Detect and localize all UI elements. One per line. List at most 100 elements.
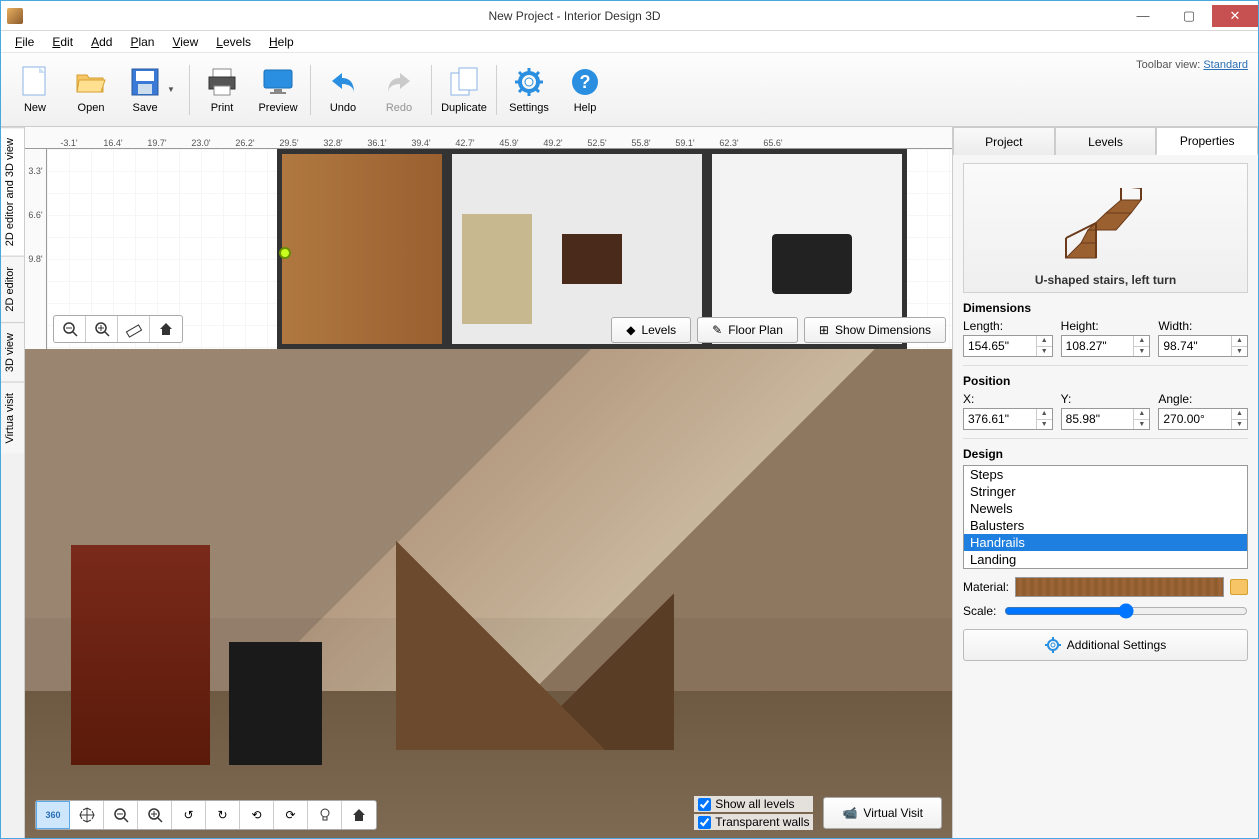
plan-zoom-toolbar — [53, 315, 183, 343]
settings-button[interactable]: Settings — [501, 58, 557, 122]
view-mode-tabs: 2D editor and 3D view 2D editor 3D view … — [1, 127, 25, 838]
360-view-button[interactable]: 360 — [36, 801, 70, 829]
preview-caption: U-shaped stairs, left turn — [1035, 273, 1176, 287]
tab-2d-editor[interactable]: 2D editor — [1, 256, 24, 322]
list-item[interactable]: Steps — [964, 466, 1247, 483]
tab-virtual-visit[interactable]: Virtua visit — [1, 382, 24, 454]
menu-plan[interactable]: Plan — [122, 33, 162, 51]
zoom-out-button[interactable] — [54, 316, 86, 342]
snap-marker-icon — [279, 247, 291, 259]
design-header: Design — [963, 447, 1248, 461]
render-3d-view[interactable]: 360 ↺ ↻ ⟲ ⟳ Show all levels Transparent … — [25, 349, 952, 838]
open-button[interactable]: Open — [63, 58, 119, 122]
duplicate-icon — [448, 66, 480, 98]
maximize-button[interactable]: ▢ — [1166, 5, 1212, 27]
monitor-icon — [262, 66, 294, 98]
minimize-button[interactable]: — — [1120, 5, 1166, 27]
stairs-icon — [1046, 188, 1166, 268]
position-header: Position — [963, 374, 1248, 388]
tab-levels[interactable]: Levels — [1055, 127, 1157, 155]
brick-wall — [71, 545, 210, 765]
save-dropdown-icon[interactable]: ▼ — [167, 85, 175, 94]
ruler-horizontal: -3.1'16.4'19.7'23.0'26.2'29.5'32.8'36.1'… — [25, 127, 952, 149]
y-input[interactable]: ▲▼ — [1061, 408, 1151, 430]
toolbar-view-selector: Toolbar view: Standard — [1136, 59, 1248, 71]
angle-input[interactable]: ▲▼ — [1158, 408, 1248, 430]
dimensions-header: Dimensions — [963, 301, 1248, 315]
measure-button[interactable] — [118, 316, 150, 342]
list-item[interactable]: Balusters — [964, 517, 1247, 534]
new-button[interactable]: New — [7, 58, 63, 122]
menu-levels[interactable]: Levels — [208, 33, 259, 51]
layers-icon: ◆ — [626, 323, 635, 337]
scale-slider[interactable] — [1004, 603, 1248, 619]
spin-up-icon[interactable]: ▲ — [1037, 336, 1052, 347]
object-preview: U-shaped stairs, left turn — [963, 163, 1248, 293]
ruler-vertical: 3.3'6.6'9.8' — [25, 149, 47, 349]
floorplan-button[interactable]: ✎Floor Plan — [697, 317, 798, 343]
menu-edit[interactable]: Edit — [44, 33, 81, 51]
transparent-walls-checkbox[interactable]: Transparent walls — [694, 814, 813, 830]
menu-file[interactable]: File — [7, 33, 42, 51]
floorplan-icon: ✎ — [712, 323, 722, 337]
app-icon — [7, 8, 23, 24]
list-item[interactable]: Landing — [964, 551, 1247, 568]
tab-properties[interactable]: Properties — [1156, 127, 1258, 155]
home-3d-button[interactable] — [342, 801, 376, 829]
close-button[interactable]: ✕ — [1212, 5, 1258, 27]
titlebar: New Project - Interior Design 3D — ▢ ✕ — [1, 1, 1258, 31]
browse-material-button[interactable] — [1230, 579, 1248, 595]
tab-2d-and-3d[interactable]: 2D editor and 3D view — [1, 127, 24, 256]
preview-button[interactable]: Preview — [250, 58, 306, 122]
list-item-selected[interactable]: Handrails — [964, 534, 1247, 551]
light-button[interactable] — [308, 801, 342, 829]
list-item[interactable]: Stringer — [964, 483, 1247, 500]
virtual-visit-button[interactable]: 📹Virtual Visit — [823, 797, 942, 829]
spin-down-icon[interactable]: ▼ — [1037, 347, 1052, 357]
zoom-out-3d-button[interactable] — [104, 801, 138, 829]
redo-button[interactable]: Redo — [371, 58, 427, 122]
rotate-right-button[interactable]: ↻ — [206, 801, 240, 829]
rotate-left-button[interactable]: ↺ — [172, 801, 206, 829]
length-input[interactable]: ▲▼ — [963, 335, 1053, 357]
print-button[interactable]: Print — [194, 58, 250, 122]
show-dimensions-button[interactable]: ⊞Show Dimensions — [804, 317, 946, 343]
svg-text:?: ? — [580, 72, 591, 92]
menu-help[interactable]: Help — [261, 33, 302, 51]
tab-3d-view[interactable]: 3D view — [1, 322, 24, 382]
pan-button[interactable] — [70, 801, 104, 829]
zoom-in-button[interactable] — [86, 316, 118, 342]
workspace: 2D editor and 3D view 2D editor 3D view … — [1, 127, 1258, 838]
show-all-levels-checkbox[interactable]: Show all levels — [694, 796, 813, 812]
home-view-button[interactable] — [150, 316, 182, 342]
list-item[interactable]: Newels — [964, 500, 1247, 517]
height-input[interactable]: ▲▼ — [1061, 335, 1151, 357]
tab-project[interactable]: Project — [953, 127, 1055, 155]
width-input[interactable]: ▲▼ — [1158, 335, 1248, 357]
zoom-in-3d-button[interactable] — [138, 801, 172, 829]
levels-button[interactable]: ◆Levels — [611, 317, 691, 343]
tilt-down-button[interactable]: ⟳ — [274, 801, 308, 829]
x-input[interactable]: ▲▼ — [963, 408, 1053, 430]
open-folder-icon — [75, 66, 107, 98]
tilt-up-button[interactable]: ⟲ — [240, 801, 274, 829]
3d-toolbar: 360 ↺ ↻ ⟲ ⟳ — [35, 800, 377, 830]
help-button[interactable]: ? Help — [557, 58, 613, 122]
floorplan-canvas[interactable]: ◆Levels ✎Floor Plan ⊞Show Dimensions — [47, 149, 952, 349]
printer-icon — [206, 66, 238, 98]
toolbar-view-link[interactable]: Standard — [1203, 59, 1248, 71]
menu-add[interactable]: Add — [83, 33, 120, 51]
save-button[interactable]: Save ▼ — [119, 58, 185, 122]
save-disk-icon — [129, 66, 161, 98]
plan-2d-view[interactable]: 3.3'6.6'9.8' — [25, 149, 952, 349]
design-components-list[interactable]: Steps Stringer Newels Balusters Handrail… — [963, 465, 1248, 569]
main-toolbar: New Open Save ▼ Print Preview Undo — [1, 53, 1258, 127]
tv-object — [229, 642, 322, 764]
material-swatch[interactable] — [1015, 577, 1224, 597]
undo-button[interactable]: Undo — [315, 58, 371, 122]
duplicate-button[interactable]: Duplicate — [436, 58, 492, 122]
plan-overlay-buttons: ◆Levels ✎Floor Plan ⊞Show Dimensions — [611, 317, 946, 343]
menu-view[interactable]: View — [164, 33, 206, 51]
dimensions-icon: ⊞ — [819, 323, 829, 337]
additional-settings-button[interactable]: Additional Settings — [963, 629, 1248, 661]
